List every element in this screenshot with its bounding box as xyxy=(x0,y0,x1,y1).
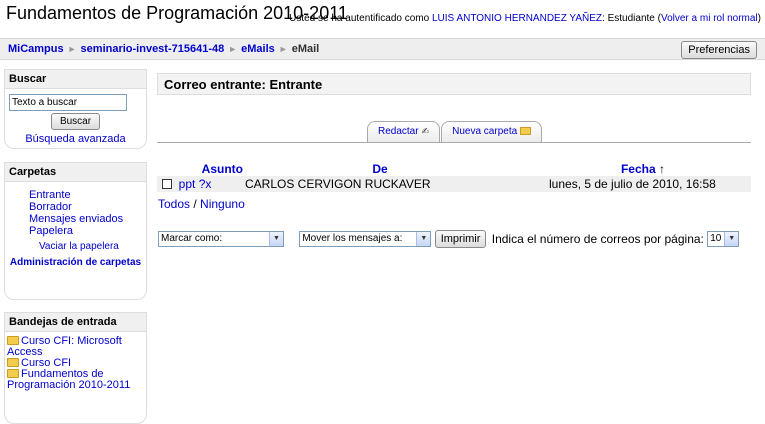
mail-subject-link[interactable]: ppt ?x xyxy=(179,177,212,191)
column-header-from[interactable]: De xyxy=(245,162,515,176)
chevron-down-icon: ▼ xyxy=(416,232,431,246)
inboxes-block-title: Bandejas de entrada xyxy=(5,313,146,332)
breadcrumb-separator: ► xyxy=(228,44,238,54)
mail-date: lunes, 5 de julio de 2010, 16:58 xyxy=(515,176,751,192)
list-item: Fundamentos de Programación 2010-2011 xyxy=(7,369,144,391)
search-button[interactable]: Buscar xyxy=(50,113,101,130)
sort-asc-icon: ↑ xyxy=(659,162,665,176)
select-all-link[interactable]: Todos xyxy=(158,197,190,211)
folders-block: Carpetas Entrante Borrador Mensajes envi… xyxy=(4,162,147,300)
list-item: Curso CFI: Microsoft Access xyxy=(7,336,144,358)
mark-as-select[interactable]: Marcar como: ▼ xyxy=(158,231,284,247)
advanced-search-link[interactable]: Búsqueda avanzada xyxy=(9,133,142,145)
folder-list: Entrante Borrador Mensajes enviados Pape… xyxy=(9,189,142,237)
table-row[interactable]: ppt ?x CARLOS CERVIGON RUCKAVER lunes, 5… xyxy=(157,176,751,192)
mail-table: Asunto De Fecha ↑ ppt ?x CARLOS CERVIGON… xyxy=(157,162,751,192)
folder-icon xyxy=(7,369,19,378)
user-profile-link[interactable]: LUIS ANTONIO HERNANDEZ YAÑEZ xyxy=(432,13,602,24)
folder-sent-link[interactable]: Mensajes enviados xyxy=(29,213,123,225)
action-tabs: Redactar ✍ Nueva carpeta xyxy=(367,121,543,143)
mail-from: CARLOS CERVIGON RUCKAVER xyxy=(245,176,515,192)
empty-trash-link[interactable]: Vaciar la papelera xyxy=(39,241,142,252)
preferences-button[interactable]: Preferencias xyxy=(681,41,757,59)
return-role-link[interactable]: Volver a mi rol normal xyxy=(661,13,758,24)
inboxes-block: Bandejas de entrada Curso CFI: Microsoft… xyxy=(4,312,147,424)
folder-inbox-link[interactable]: Entrante xyxy=(29,189,71,201)
column-header-date[interactable]: Fecha ↑ xyxy=(515,162,751,176)
per-page-select[interactable]: 10 ▼ xyxy=(707,231,740,247)
folder-icon xyxy=(7,358,19,367)
chevron-down-icon: ▼ xyxy=(269,232,283,246)
tab-compose[interactable]: Redactar ✍ xyxy=(367,121,441,142)
tabs-divider xyxy=(157,142,751,143)
breadcrumb-separator: ► xyxy=(278,44,288,54)
folder-admin-link[interactable]: Administración de carpetas xyxy=(9,256,142,270)
compose-icon: ✍ xyxy=(421,126,430,136)
select-none-link[interactable]: Ninguno xyxy=(200,197,245,211)
main-title: Correo entrante: Entrante xyxy=(157,73,751,95)
search-input[interactable] xyxy=(9,94,127,111)
folders-block-title: Carpetas xyxy=(5,163,146,182)
row-checkbox[interactable] xyxy=(162,179,172,189)
chevron-down-icon: ▼ xyxy=(724,232,739,246)
per-page-label: Indica el número de correos por página: xyxy=(491,232,704,246)
page-header: Fundamentos de Programación 2010-2011 Us… xyxy=(6,3,761,24)
search-block: Buscar Buscar Búsqueda avanzada xyxy=(4,69,147,149)
breadcrumb-separator: ► xyxy=(67,44,77,54)
breadcrumb-emails[interactable]: eMails xyxy=(241,43,275,55)
column-header-subject[interactable]: Asunto xyxy=(157,162,245,176)
search-block-title: Buscar xyxy=(5,70,146,89)
folder-trash-link[interactable]: Papelera xyxy=(29,225,73,237)
breadcrumb-current: eMail xyxy=(291,43,320,55)
move-to-select[interactable]: Mover los mensajes a: ▼ xyxy=(299,231,432,247)
breadcrumb-micampus[interactable]: MiCampus xyxy=(8,43,64,55)
inbox-link-fundamentos[interactable]: Fundamentos de Programación 2010-2011 xyxy=(7,368,130,391)
navbar: MiCampus ► seminario-invest-715641-48 ► eMai… xyxy=(0,38,765,60)
tab-new-folder[interactable]: Nueva carpeta xyxy=(441,121,543,142)
login-info: Usted se ha autentificado como LUIS ANTO… xyxy=(289,13,761,24)
new-folder-icon xyxy=(520,127,532,135)
bulk-actions: Marcar como: ▼ Mover los mensajes a: ▼ Imp… xyxy=(158,230,740,248)
folder-icon xyxy=(7,336,19,345)
inbox-list: Curso CFI: Microsoft Access Curso CFI Fu… xyxy=(7,336,144,391)
inbox-link-access[interactable]: Curso CFI: Microsoft Access xyxy=(7,335,122,358)
folder-drafts-link[interactable]: Borrador xyxy=(29,201,72,213)
breadcrumb-course[interactable]: seminario-invest-715641-48 xyxy=(81,43,225,55)
selection-links: Todos / Ninguno xyxy=(158,197,245,211)
print-button[interactable]: Imprimir xyxy=(434,230,487,248)
breadcrumb: MiCampus ► seminario-invest-715641-48 ► eMai… xyxy=(8,43,319,55)
